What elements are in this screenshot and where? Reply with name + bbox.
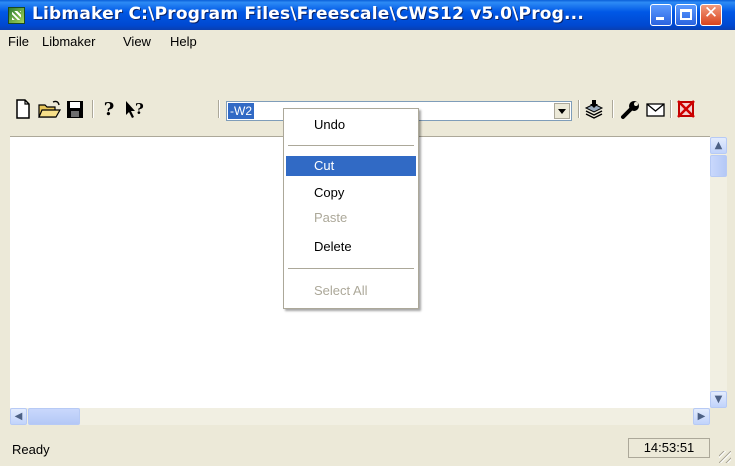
menu-view[interactable]: View: [123, 34, 151, 49]
scroll-left-button[interactable]: ◀: [10, 408, 27, 425]
context-menu: Undo Cut Copy Paste Delete Select All: [283, 108, 419, 309]
chevron-down-icon: ▼: [714, 394, 723, 405]
toolbar-separator: [578, 100, 580, 118]
context-menu-paste: Paste: [314, 210, 348, 225]
new-file-icon[interactable]: [15, 99, 31, 119]
status-clock: 14:53:51: [628, 438, 710, 458]
options-wrench-icon[interactable]: [620, 100, 640, 120]
scroll-up-button[interactable]: ▲: [710, 137, 727, 154]
mail-icon[interactable]: [646, 102, 666, 118]
context-menu-copy[interactable]: Copy: [286, 183, 416, 203]
minimize-icon: [656, 17, 664, 20]
minimize-button[interactable]: [650, 4, 672, 26]
resize-grip-icon[interactable]: [719, 451, 731, 463]
open-folder-icon[interactable]: [38, 100, 62, 120]
toolbar-separator: [92, 100, 94, 118]
toolbar-separator: [670, 100, 672, 118]
menu-bar: File Libmaker View Help: [0, 30, 735, 54]
help-icon[interactable]: ?: [100, 98, 118, 122]
chevron-down-icon[interactable]: [554, 103, 570, 119]
scroll-right-button[interactable]: ▶: [693, 408, 710, 425]
libmaker-app-icon[interactable]: [8, 7, 25, 24]
maximize-button[interactable]: [675, 4, 697, 26]
combo-value[interactable]: -W2: [228, 103, 254, 119]
context-menu-undo[interactable]: Undo: [286, 115, 416, 135]
menu-separator: [288, 145, 414, 146]
menu-separator: [288, 268, 414, 269]
close-icon: ✕: [703, 3, 719, 23]
context-help-icon[interactable]: ?: [124, 99, 146, 119]
save-icon[interactable]: [66, 100, 84, 119]
vertical-scroll-thumb[interactable]: [710, 155, 727, 177]
maximize-icon: [680, 9, 692, 20]
chevron-up-icon: ▲: [714, 140, 723, 151]
menu-file[interactable]: File: [8, 34, 29, 49]
context-menu-select-all: Select All: [314, 283, 368, 298]
status-bar: Ready 14:53:51: [0, 432, 735, 466]
window-title: Libmaker C:\Program Files\Freescale\CWS1…: [32, 4, 585, 24]
toolbar-separator: [218, 100, 220, 118]
menu-libmaker[interactable]: Libmaker: [42, 34, 95, 49]
vertical-scrollbar[interactable]: ▲ ▼: [710, 137, 727, 408]
horizontal-scroll-thumb[interactable]: [28, 408, 80, 425]
stop-icon[interactable]: [676, 99, 696, 119]
status-text: Ready: [12, 442, 50, 457]
close-button[interactable]: ✕: [700, 3, 722, 26]
horizontal-scrollbar[interactable]: ◀ ▶: [10, 408, 710, 425]
context-menu-delete[interactable]: Delete: [286, 237, 416, 257]
context-menu-cut[interactable]: Cut: [286, 156, 416, 176]
chevron-left-icon: ◀: [14, 411, 23, 422]
title-bar[interactable]: Libmaker C:\Program Files\Freescale\CWS1…: [0, 0, 735, 30]
scroll-down-button[interactable]: ▼: [710, 391, 727, 408]
toolbar-separator: [612, 100, 614, 118]
svg-text:?: ?: [135, 100, 144, 118]
build-icon[interactable]: [583, 99, 605, 119]
scrollbar-corner: [710, 408, 727, 425]
menu-help[interactable]: Help: [170, 34, 197, 49]
chevron-right-icon: ▶: [697, 411, 706, 422]
